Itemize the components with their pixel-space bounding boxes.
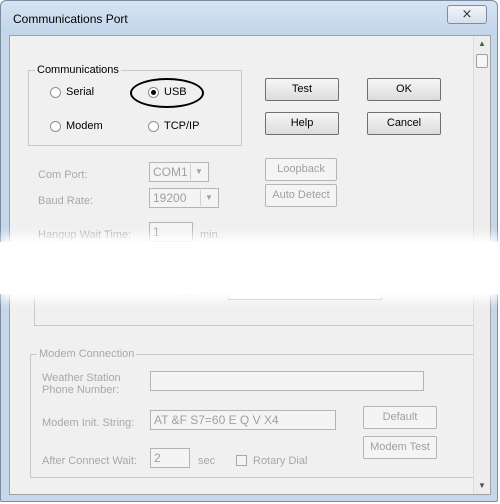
chevron-down-icon[interactable]: ▼	[200, 190, 217, 206]
loopback-button[interactable]: Loopback	[265, 158, 337, 181]
radio-serial-label: Serial	[66, 86, 95, 98]
radio-tcpip-label: TCP/IP	[164, 120, 200, 132]
after-connect-label: After Connect Wait:	[42, 455, 137, 467]
test-button[interactable]: Test	[265, 78, 339, 101]
scroll-down-arrow-icon[interactable]: ▼	[474, 478, 490, 494]
radio-serial[interactable]: Serial	[50, 86, 94, 98]
hangup-wait-label: Hangup Wait Time:	[38, 229, 132, 241]
phone-number-label-line1: Weather Station	[42, 372, 121, 384]
phone-number-input[interactable]	[150, 371, 424, 391]
hangup-wait-value: 1	[153, 225, 160, 239]
scroll-up-arrow-icon[interactable]: ▲	[474, 36, 490, 52]
radio-modem-label: Modem	[66, 120, 103, 132]
com-port-label: Com Port:	[38, 169, 88, 181]
chevron-down-icon[interactable]: ▼	[190, 164, 207, 180]
baud-rate-select[interactable]: 19200 ▼	[149, 188, 219, 208]
phone-number-label-line2: Phone Number:	[42, 384, 120, 396]
rotary-dial-checkbox[interactable]	[236, 455, 247, 466]
radio-modem[interactable]: Modem	[50, 120, 103, 132]
modem-group-label: Modem Connection	[37, 348, 137, 360]
hangup-wait-unit: min.	[200, 229, 221, 241]
communications-group: Communications	[28, 64, 242, 146]
communications-group-label: Communications	[35, 64, 121, 76]
com-port-select[interactable]: COM1 ▼	[149, 162, 209, 182]
modem-init-label: Modem Init. String:	[42, 417, 135, 429]
default-button[interactable]: Default	[363, 406, 437, 429]
modem-init-value: AT &F S7=60 E Q V X4	[154, 413, 279, 427]
window-title: Communications Port	[13, 12, 128, 26]
rotary-dial-label: Rotary Dial	[253, 455, 308, 467]
after-connect-unit: sec	[198, 455, 216, 467]
radio-serial-indicator[interactable]	[50, 86, 61, 98]
baud-rate-label: Baud Rate:	[38, 195, 94, 207]
usb-highlight-annotation	[130, 78, 204, 108]
radio-modem-indicator[interactable]	[50, 120, 61, 132]
modem-init-input[interactable]: AT &F S7=60 E Q V X4	[150, 410, 336, 430]
after-connect-input[interactable]: 2	[150, 448, 190, 468]
close-icon: ⨯	[461, 6, 473, 21]
com-port-value: COM1	[153, 165, 188, 179]
close-button[interactable]: ⨯	[447, 5, 487, 24]
scrollbar-thumb[interactable]	[476, 54, 488, 68]
radio-tcpip-indicator[interactable]	[148, 120, 159, 132]
image-fade-band	[0, 242, 500, 294]
modem-test-button[interactable]: Modem Test	[363, 436, 437, 459]
radio-tcpip[interactable]: TCP/IP	[148, 120, 199, 132]
cancel-button[interactable]: Cancel	[367, 112, 441, 135]
hangup-wait-input[interactable]: 1	[149, 222, 193, 242]
baud-rate-value: 19200	[153, 191, 187, 205]
title-bar[interactable]: Communications Port ⨯	[1, 1, 497, 35]
auto-detect-button[interactable]: Auto Detect	[265, 184, 337, 207]
after-connect-value: 2	[154, 451, 161, 465]
help-button[interactable]: Help	[265, 112, 339, 135]
ok-button[interactable]: OK	[367, 78, 441, 101]
